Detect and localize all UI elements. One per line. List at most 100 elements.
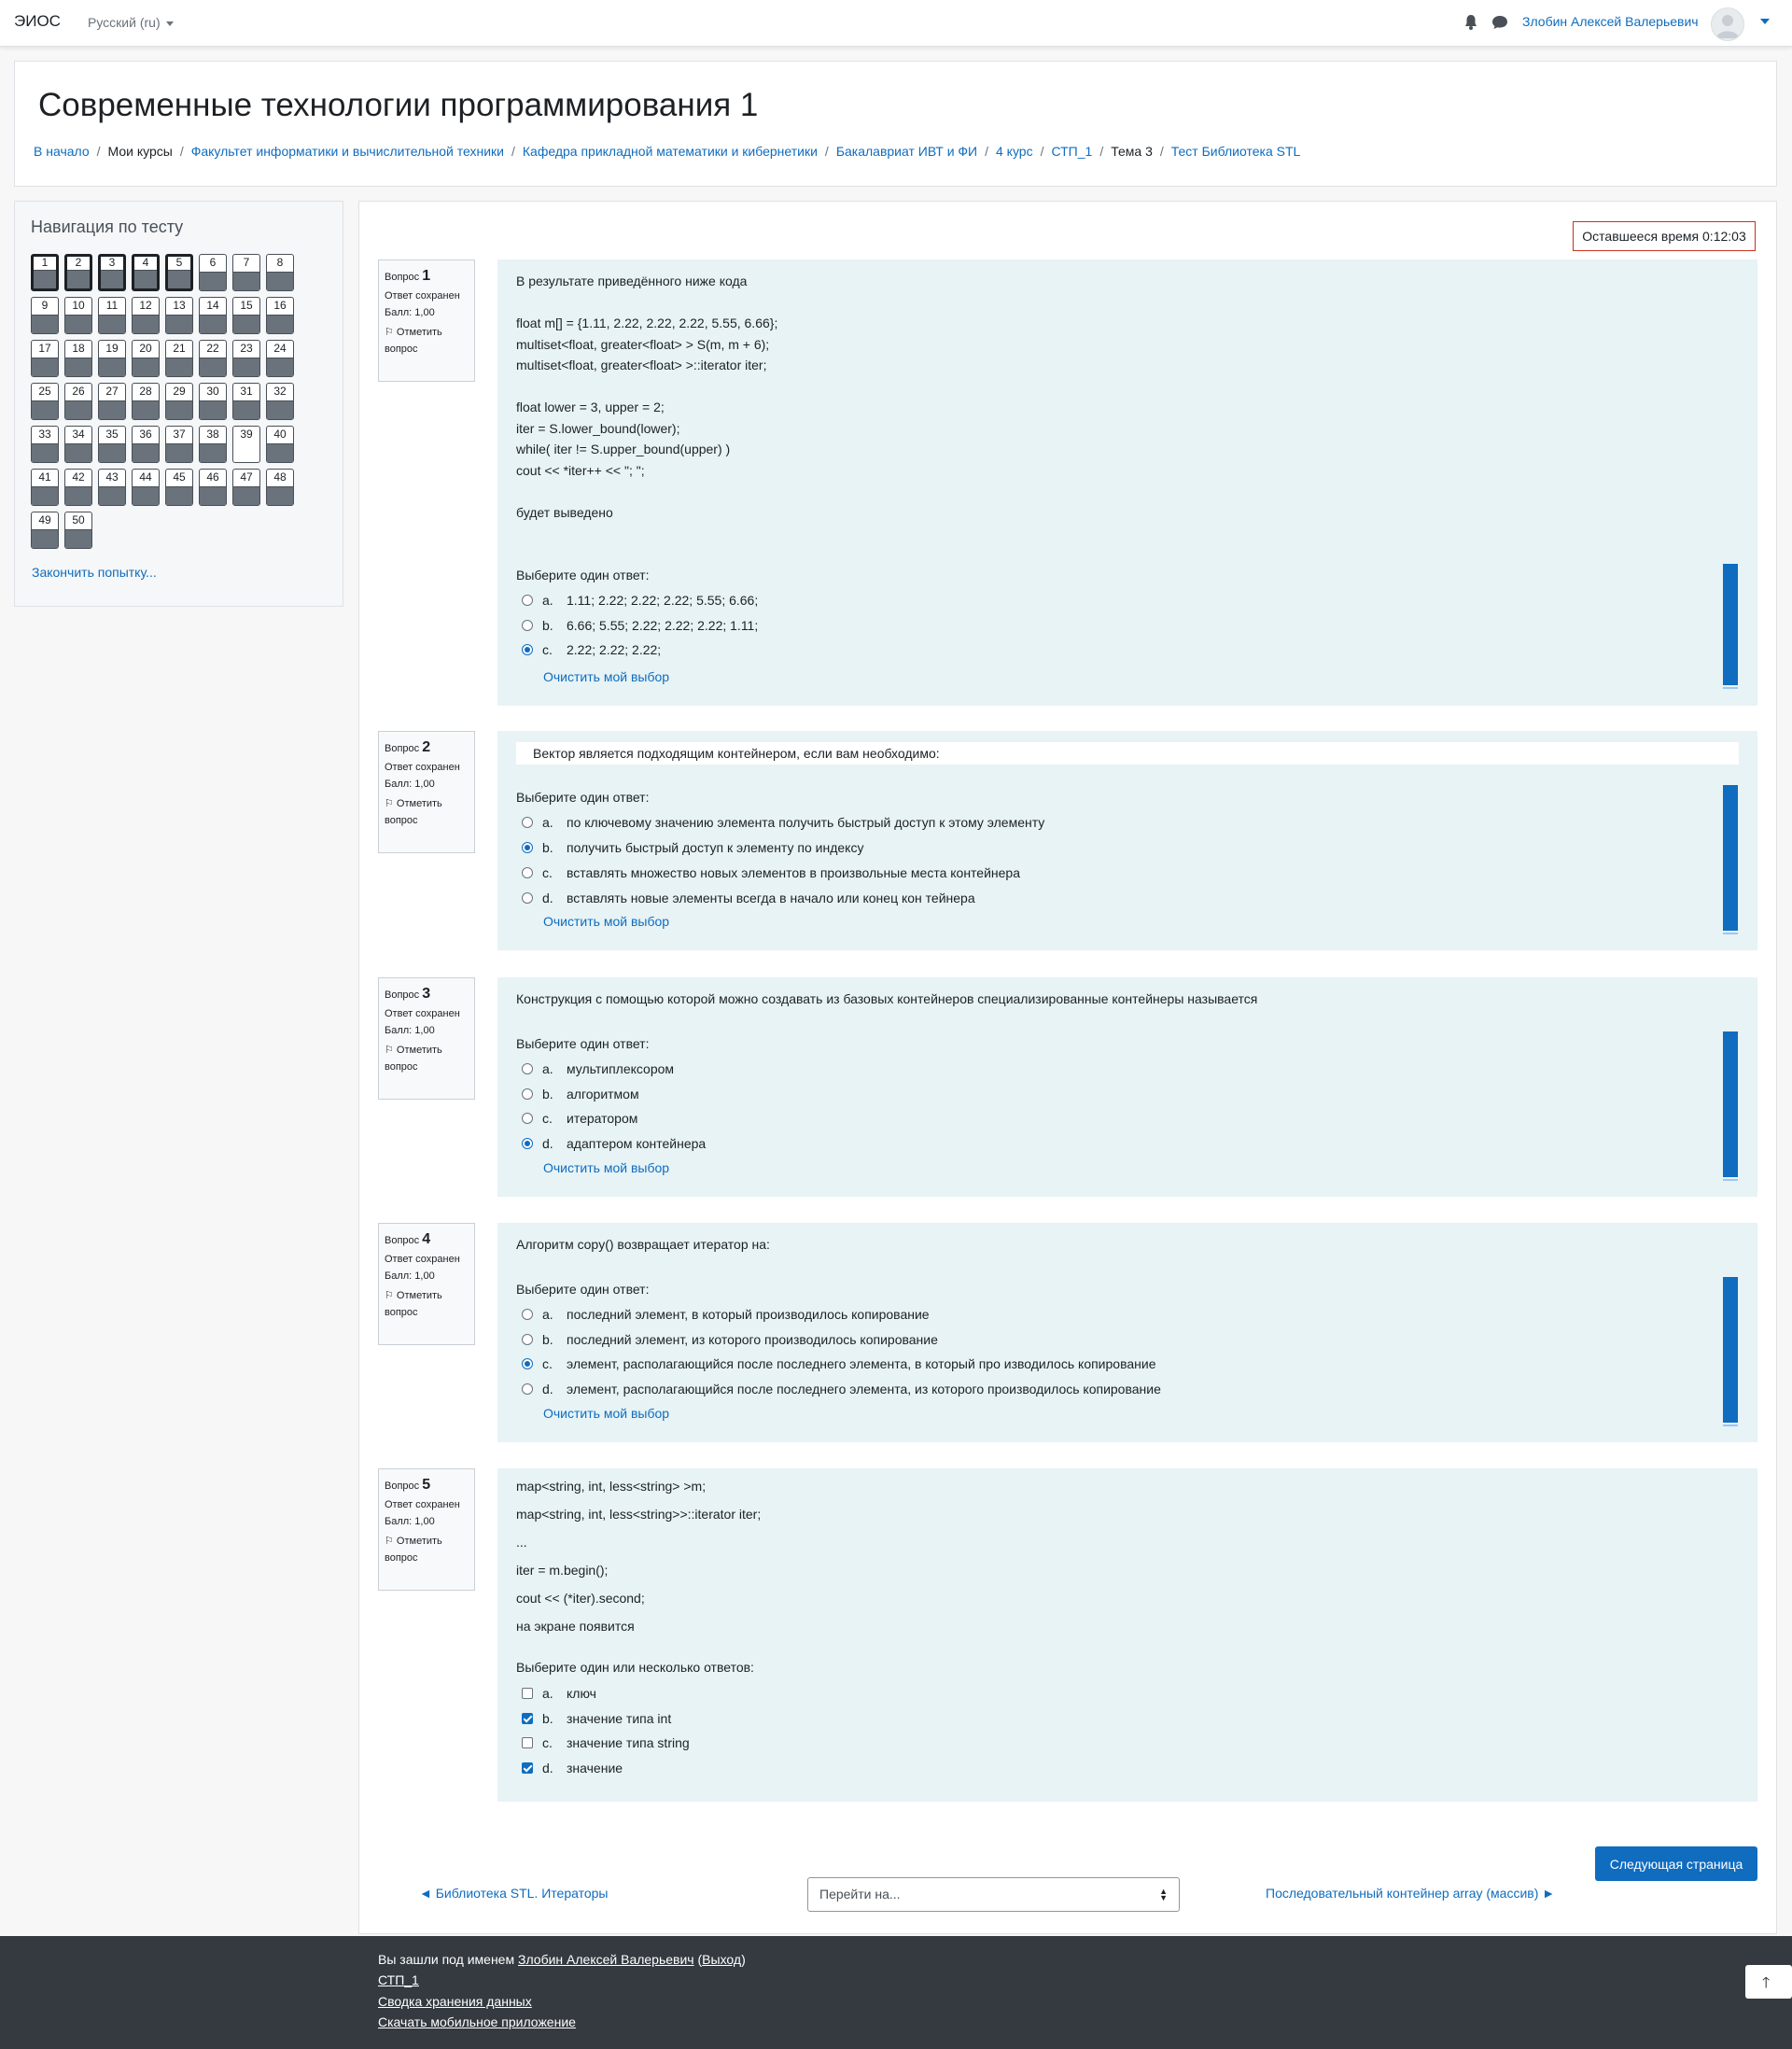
quiz-nav-button[interactable]: 1: [31, 254, 59, 291]
previous-activity-link[interactable]: ◄ Библиотека STL. Итераторы: [419, 1886, 608, 1901]
quiz-nav-button[interactable]: 41: [31, 469, 59, 506]
clear-choice-link[interactable]: Очистить мой выбор: [543, 669, 669, 684]
quiz-nav-button[interactable]: 19: [98, 340, 126, 377]
quiz-nav-button[interactable]: 11: [98, 297, 126, 334]
breadcrumb-item[interactable]: 4 курс: [996, 144, 1033, 159]
breadcrumb-item[interactable]: СТП_1: [1051, 144, 1092, 159]
answer-radio[interactable]: [522, 1113, 533, 1124]
quiz-nav-button[interactable]: 37: [165, 426, 193, 463]
quiz-nav-button[interactable]: 36: [132, 426, 160, 463]
quiz-nav-button[interactable]: 27: [98, 383, 126, 420]
answer-radio[interactable]: [522, 1137, 533, 1149]
jump-to-select[interactable]: Перейти на... ▲ ▼: [807, 1877, 1180, 1912]
breadcrumb-item[interactable]: Тест Библиотека STL: [1171, 144, 1301, 159]
avatar[interactable]: [1711, 7, 1744, 41]
flag-question[interactable]: ⚐ Отметить вопрос: [385, 1533, 469, 1566]
quiz-nav-button[interactable]: 25: [31, 383, 59, 420]
flag-question[interactable]: ⚐ Отметить вопрос: [385, 795, 469, 829]
quiz-nav-button[interactable]: 35: [98, 426, 126, 463]
answer-radio[interactable]: [522, 619, 533, 631]
user-name[interactable]: Злобин Алексей Валерьевич: [1522, 14, 1699, 29]
answer-radio[interactable]: [522, 1088, 533, 1100]
answer-option[interactable]: d. элемент, располагающийся после последн…: [522, 1382, 1161, 1396]
quiz-nav-button[interactable]: 29: [165, 383, 193, 420]
answer-radio[interactable]: [522, 1358, 533, 1369]
quiz-nav-button[interactable]: 43: [98, 469, 126, 506]
answer-option[interactable]: a. ключ: [522, 1686, 596, 1701]
bell-icon[interactable]: [1463, 14, 1478, 31]
answer-option[interactable]: b. 6.66; 5.55; 2.22; 2.22; 2.22; 1.11;: [522, 618, 758, 633]
answer-option[interactable]: c. элемент, располагающийся после последн…: [522, 1356, 1155, 1371]
breadcrumb-item[interactable]: Факультет информатики и вычислительной т…: [191, 144, 504, 159]
answer-checkbox[interactable]: [522, 1737, 533, 1748]
flag-question[interactable]: ⚐ Отметить вопрос: [385, 1287, 469, 1321]
quiz-nav-button[interactable]: 42: [64, 469, 92, 506]
quiz-nav-button[interactable]: 30: [199, 383, 227, 420]
quiz-nav-button[interactable]: 34: [64, 426, 92, 463]
quiz-nav-button[interactable]: 2: [64, 254, 92, 291]
clear-choice-link[interactable]: Очистить мой выбор: [543, 914, 669, 929]
chat-icon[interactable]: [1491, 15, 1508, 30]
answer-checkbox[interactable]: [522, 1688, 533, 1699]
quiz-nav-button[interactable]: 13: [165, 297, 193, 334]
data-retention-link[interactable]: Сводка хранения данных: [378, 1994, 532, 2009]
answer-radio[interactable]: [522, 1333, 533, 1345]
quiz-nav-button[interactable]: 9: [31, 297, 59, 334]
language-menu[interactable]: Русский (ru): [88, 15, 174, 30]
quiz-nav-button[interactable]: 32: [266, 383, 294, 420]
quiz-nav-button[interactable]: 4: [132, 254, 160, 291]
footer-course-link[interactable]: СТП_1: [378, 1972, 419, 1987]
answer-option[interactable]: c. итератором: [522, 1111, 637, 1126]
quiz-nav-button[interactable]: 31: [232, 383, 260, 420]
answer-option[interactable]: c. вставлять множество новых элементов в …: [522, 865, 1020, 880]
answer-option[interactable]: c. 2.22; 2.22; 2.22;: [522, 642, 661, 657]
quiz-nav-button[interactable]: 12: [132, 297, 160, 334]
quiz-nav-button[interactable]: 46: [199, 469, 227, 506]
next-page-button[interactable]: Следующая страница: [1595, 1846, 1757, 1881]
answer-checkbox[interactable]: [522, 1761, 533, 1774]
quiz-nav-button[interactable]: 44: [132, 469, 160, 506]
answer-radio[interactable]: [522, 892, 533, 904]
quiz-nav-button[interactable]: 40: [266, 426, 294, 463]
answer-option[interactable]: b. алгоритмом: [522, 1087, 639, 1102]
answer-radio[interactable]: [522, 644, 533, 655]
logout-link[interactable]: Выход: [702, 1952, 741, 1967]
answer-radio[interactable]: [522, 1309, 533, 1320]
quiz-nav-button[interactable]: 23: [232, 340, 260, 377]
quiz-nav-button[interactable]: 20: [132, 340, 160, 377]
answer-radio[interactable]: [522, 867, 533, 878]
answer-radio[interactable]: [522, 817, 533, 828]
answer-option[interactable]: d. адаптером контейнера: [522, 1136, 706, 1151]
quiz-nav-button[interactable]: 16: [266, 297, 294, 334]
quiz-nav-button[interactable]: 15: [232, 297, 260, 334]
next-activity-link[interactable]: Последовательный контейнер array (массив…: [1266, 1886, 1555, 1901]
quiz-nav-button[interactable]: 8: [266, 254, 294, 291]
answer-option[interactable]: a. мультиплексором: [522, 1061, 674, 1076]
finish-attempt-link[interactable]: Закончить попытку...: [32, 565, 157, 580]
breadcrumb-item[interactable]: Бакалавриат ИВТ и ФИ: [836, 144, 977, 159]
answer-radio[interactable]: [522, 1382, 533, 1395]
answer-radio[interactable]: [522, 1063, 533, 1074]
quiz-nav-button[interactable]: 38: [199, 426, 227, 463]
clear-choice-link[interactable]: Очистить мой выбор: [543, 1160, 669, 1175]
answer-option[interactable]: a. 1.11; 2.22; 2.22; 2.22; 5.55; 6.66;: [522, 593, 758, 608]
answer-option[interactable]: a. последний элемент, в который производи…: [522, 1307, 930, 1322]
quiz-nav-button[interactable]: 28: [132, 383, 160, 420]
back-to-top-button[interactable]: 🡑: [1745, 1965, 1792, 1999]
answer-option[interactable]: d. вставлять новые элементы всегда в нача…: [522, 891, 975, 905]
quiz-nav-button[interactable]: 18: [64, 340, 92, 377]
quiz-nav-button[interactable]: 49: [31, 512, 59, 549]
user-menu-caret-icon[interactable]: [1760, 19, 1770, 24]
breadcrumb-item[interactable]: В начало: [34, 144, 90, 159]
mobile-app-link[interactable]: Скачать мобильное приложение: [378, 2014, 576, 2029]
quiz-nav-button[interactable]: 10: [64, 297, 92, 334]
breadcrumb-item[interactable]: Кафедра прикладной математики и кибернет…: [523, 144, 818, 159]
answer-option[interactable]: b. последний элемент, из которого произво…: [522, 1332, 938, 1347]
quiz-nav-button[interactable]: 24: [266, 340, 294, 377]
quiz-nav-button[interactable]: 47: [232, 469, 260, 506]
answer-option[interactable]: c. значение типа string: [522, 1735, 690, 1750]
quiz-nav-button[interactable]: 26: [64, 383, 92, 420]
quiz-nav-button[interactable]: 5: [165, 254, 193, 291]
site-brand[interactable]: ЭИОС: [14, 12, 61, 31]
quiz-nav-button[interactable]: 39: [232, 426, 260, 463]
